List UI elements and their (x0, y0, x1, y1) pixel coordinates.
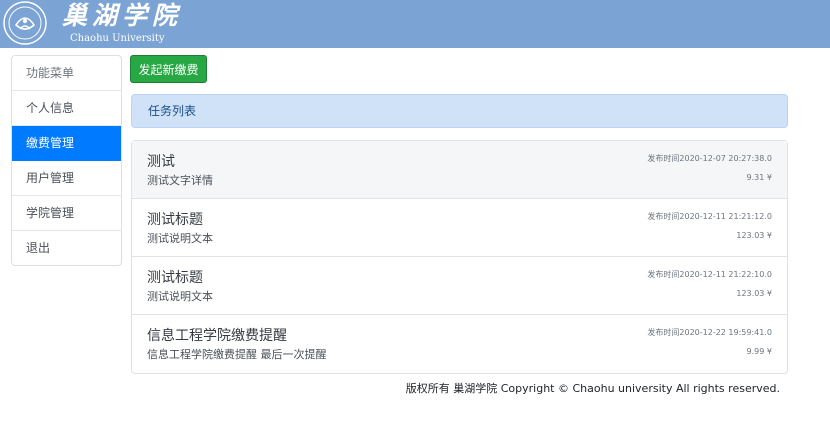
top-banner: 巢湖学院 Chaohu University (0, 0, 830, 48)
task-item[interactable]: 测试标题 测试说明文本 发布时间2020-12-11 21:22:10.0 12… (132, 257, 787, 315)
task-item[interactable]: 信息工程学院缴费提醒 信息工程学院缴费提醒 最后一次提醒 发布时间2020-12… (132, 315, 787, 373)
task-amount: 123.03 ¥ (736, 231, 772, 240)
sidebar-item-user-management[interactable]: 用户管理 (12, 161, 121, 196)
university-seal-icon (3, 1, 47, 45)
task-publish-time: 发布时间2020-12-11 21:22:10.0 (647, 270, 772, 279)
task-amount: 9.31 ¥ (746, 173, 772, 182)
task-description: 信息工程学院缴费提醒 最后一次提醒 (147, 348, 327, 361)
copyright-footer: 版权所有 巢湖学院 Copyright © Chaohu university … (405, 382, 780, 395)
task-item[interactable]: 测试 测试文字详情 发布时间2020-12-07 20:27:38.0 9.31… (132, 141, 787, 199)
task-list-header: 任务列表 (131, 94, 788, 128)
sidebar-item-profile[interactable]: 个人信息 (12, 91, 121, 126)
sidebar-item-logout[interactable]: 退出 (12, 231, 121, 265)
sidebar-item-college-management[interactable]: 学院管理 (12, 196, 121, 231)
task-list: 测试 测试文字详情 发布时间2020-12-07 20:27:38.0 9.31… (131, 140, 788, 374)
task-amount: 9.99 ¥ (746, 347, 772, 356)
sidebar-item-payment-management[interactable]: 缴费管理 (12, 126, 121, 161)
task-item[interactable]: 测试标题 测试说明文本 发布时间2020-12-11 21:21:12.0 12… (132, 199, 787, 257)
sidebar-menu: 功能菜单 个人信息 缴费管理 用户管理 学院管理 退出 (11, 55, 122, 266)
new-payment-button[interactable]: 发起新缴费 (130, 55, 207, 83)
task-title: 测试标题 (147, 270, 203, 286)
task-title: 信息工程学院缴费提醒 (147, 328, 287, 344)
task-description: 测试文字详情 (147, 174, 213, 187)
task-publish-time: 发布时间2020-12-11 21:21:12.0 (647, 212, 772, 221)
task-description: 测试说明文本 (147, 290, 213, 303)
task-title: 测试标题 (147, 212, 203, 228)
university-name-en: Chaohu University (70, 33, 165, 44)
task-description: 测试说明文本 (147, 232, 213, 245)
task-title: 测试 (147, 154, 175, 170)
university-name-cn: 巢湖学院 (62, 1, 183, 30)
task-publish-time: 发布时间2020-12-22 19:59:41.0 (647, 328, 772, 337)
task-amount: 123.03 ¥ (736, 289, 772, 298)
task-publish-time: 发布时间2020-12-07 20:27:38.0 (647, 154, 772, 163)
sidebar-heading: 功能菜单 (12, 56, 121, 91)
